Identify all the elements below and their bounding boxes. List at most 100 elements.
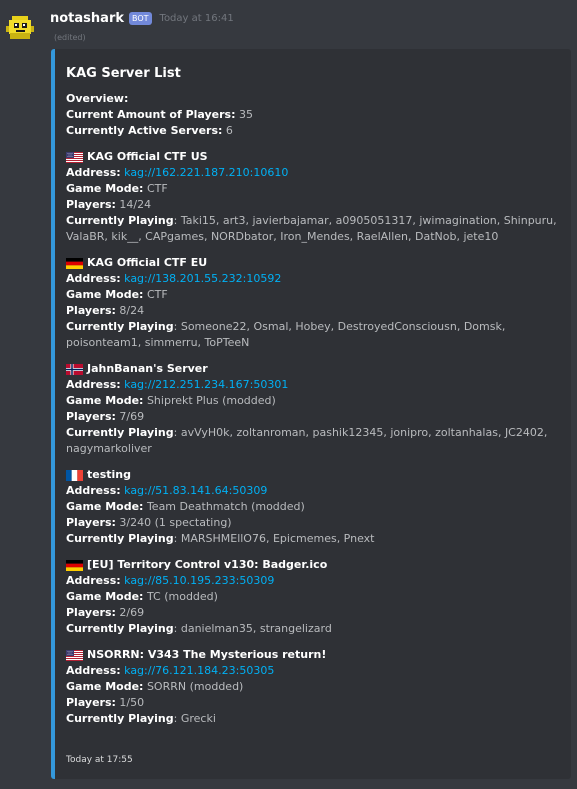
overview-players: Current Amount of Players: 35 [66,108,254,121]
overview-servers: Currently Active Servers: 6 [66,124,233,137]
edited-label[interactable]: (edited) [54,33,86,42]
message-header: notashark BOT Today at 16:41 [50,9,234,27]
server-entry: NSORRN: V343 The Mysterious return! Addr… [66,637,563,727]
server-address: Address: kag://76.121.184.23:50305 [66,663,563,679]
message-timestamp[interactable]: Today at 16:41 [160,13,234,24]
server-playing-value: MARSHMEllO76, Epicmemes, Pnext [180,532,375,545]
de-flag-icon [66,559,83,571]
server-players: Players: 1/50 [66,695,563,711]
server-game-mode-label: Game Mode: [66,288,144,301]
server-playing-label: Currently Playing [66,320,174,333]
server-game-mode-label: Game Mode: [66,680,144,693]
server-playing-value: danielman35, strangelizard [180,622,332,635]
server-players-label: Players: [66,410,116,423]
server-address-label: Address: [66,378,121,391]
server-game-mode: Game Mode: CTF [66,287,563,303]
server-players: Players: 3/240 (1 spectating) [66,515,563,531]
server-players-value: 3/240 (1 spectating) [119,516,232,529]
server-address-label: Address: [66,574,121,587]
server-list-embed: KAG Server List Overview: Current Amount… [51,49,571,779]
server-game-mode-label: Game Mode: [66,394,144,407]
bot-avatar[interactable] [6,14,34,42]
server-address-link[interactable]: kag://212.251.234.167:50301 [124,378,288,391]
embed-footer-timestamp: Today at 17:55 [66,755,133,765]
server-players-label: Players: [66,198,116,211]
server-players-label: Players: [66,304,116,317]
server-name-value: KAG Official CTF EU [87,256,208,269]
server-address-link[interactable]: kag://76.121.184.23:50305 [124,664,274,677]
server-entry: KAG Official CTF EU Address: kag://138.2… [66,245,563,351]
server-game-mode: Game Mode: SORRN (modded) [66,679,563,695]
fr-flag-icon [66,469,83,481]
server-game-mode: Game Mode: TC (modded) [66,589,563,605]
server-playing-label: Currently Playing [66,622,174,635]
server-game-mode-label: Game Mode: [66,500,144,513]
server-address-link[interactable]: kag://138.201.55.232:10592 [124,272,281,285]
de-flag-icon [66,257,83,269]
us-flag-icon [66,151,83,163]
server-game-mode-value: SORRN (modded) [146,680,244,693]
server-playing-label: Currently Playing [66,214,174,227]
server-address-label: Address: [66,272,121,285]
server-players-label: Players: [66,606,116,619]
server-game-mode: Game Mode: Team Deathmatch (modded) [66,499,563,515]
server-entry: [EU] Territory Control v130: Badger.ico … [66,547,563,637]
server-players-label: Players: [66,696,116,709]
embed-title: KAG Server List [66,66,181,81]
server-address: Address: kag://138.201.55.232:10592 [66,271,563,287]
server-playing-label: Currently Playing [66,426,174,439]
server-address: Address: kag://85.10.195.233:50309 [66,573,563,589]
server-entry: testing Address: kag://51.83.141.64:5030… [66,457,563,547]
no-flag-icon [66,363,83,375]
server-address-link[interactable]: kag://51.83.141.64:50309 [124,484,267,497]
username[interactable]: notashark [50,11,124,26]
us-flag-icon [66,649,83,661]
server-name: KAG Official CTF US [66,149,563,165]
server-players: Players: 8/24 [66,303,563,319]
server-playing-value: Grecki [180,712,216,725]
server-playing-label: Currently Playing [66,532,174,545]
server-players: Players: 14/24 [66,197,563,213]
server-players: Players: 2/69 [66,605,563,621]
server-game-mode: Game Mode: Shiprekt Plus (modded) [66,393,563,409]
server-name: JahnBanan's Server [66,361,563,377]
server-address-label: Address: [66,664,121,677]
server-playing-label: Currently Playing [66,712,174,725]
server-name: [EU] Territory Control v130: Badger.ico [66,557,563,573]
server-address: Address: kag://162.221.187.210:10610 [66,165,563,181]
server-name-value: testing [87,468,131,481]
server-list: KAG Official CTF US Address: kag://162.2… [66,139,563,727]
server-address: Address: kag://51.83.141.64:50309 [66,483,563,499]
server-name: testing [66,467,563,483]
server-currently-playing: Currently Playing: Someone22, Osmal, Hob… [66,320,506,349]
server-players-value: 7/69 [119,410,145,423]
server-name-value: NSORRN: V343 The Mysterious return! [87,648,327,661]
server-name: KAG Official CTF EU [66,255,563,271]
server-players-value: 2/69 [119,606,145,619]
server-address-link[interactable]: kag://85.10.195.233:50309 [124,574,274,587]
server-address-link[interactable]: kag://162.221.187.210:10610 [124,166,288,179]
overview-heading: Overview: [66,92,129,105]
server-game-mode-value: CTF [146,182,168,195]
server-address-label: Address: [66,166,121,179]
server-players-value: 1/50 [119,696,145,709]
server-players-value: 8/24 [119,304,145,317]
embed-body: Overview: Current Amount of Players: 35 … [66,91,563,727]
server-currently-playing: Currently Playing: avVyH0k, zoltanroman,… [66,426,548,455]
server-currently-playing: Currently Playing: Grecki [66,712,216,725]
server-game-mode-value: Shiprekt Plus (modded) [146,394,276,407]
server-game-mode-value: TC (modded) [146,590,218,603]
server-game-mode: Game Mode: CTF [66,181,563,197]
server-players-value: 14/24 [119,198,152,211]
server-currently-playing: Currently Playing: Taki15, art3, javierb… [66,214,557,243]
server-name-value: KAG Official CTF US [87,150,208,163]
server-name: NSORRN: V343 The Mysterious return! [66,647,563,663]
server-name-value: [EU] Territory Control v130: Badger.ico [87,558,328,571]
server-game-mode-value: Team Deathmatch (modded) [146,500,305,513]
server-game-mode-value: CTF [146,288,168,301]
server-entry: JahnBanan's Server Address: kag://212.25… [66,351,563,457]
server-currently-playing: Currently Playing: danielman35, strangel… [66,622,332,635]
server-game-mode-label: Game Mode: [66,182,144,195]
server-address: Address: kag://212.251.234.167:50301 [66,377,563,393]
server-address-label: Address: [66,484,121,497]
